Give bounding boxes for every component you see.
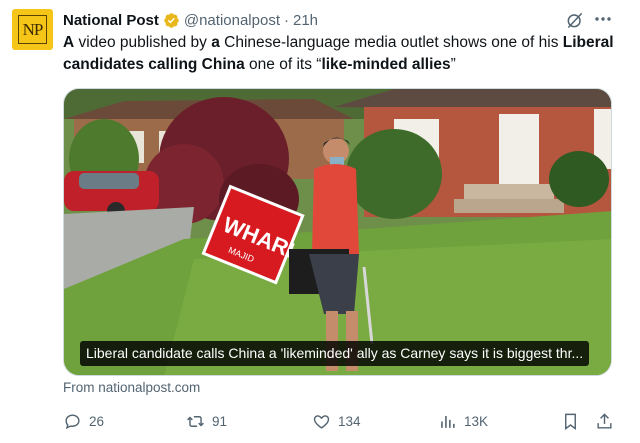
verified-icon[interactable] bbox=[163, 12, 180, 29]
grok-icon[interactable] bbox=[565, 10, 585, 30]
tweet-text-bold: like-minded allies bbox=[321, 56, 451, 73]
link-source[interactable]: From nationalpost.com bbox=[63, 380, 200, 395]
like-count: 134 bbox=[338, 413, 361, 429]
avatar-logo: NP bbox=[18, 15, 47, 44]
share-icon bbox=[597, 412, 612, 429]
retweet-icon bbox=[187, 415, 204, 427]
retweet-button[interactable]: 91 bbox=[186, 409, 227, 433]
views-count: 13K bbox=[464, 413, 489, 429]
tweet-text-run: video published by bbox=[74, 34, 212, 51]
video-caption: Liberal candidate calls China a 'likemin… bbox=[80, 341, 590, 366]
video-thumbnail: WHARI MAJID bbox=[64, 89, 611, 375]
avatar[interactable]: NP bbox=[12, 9, 53, 50]
tweet-text-run: Chinese-language media outlet shows one … bbox=[219, 34, 563, 51]
like-button[interactable]: 134 bbox=[312, 409, 361, 433]
bookmark-button[interactable] bbox=[561, 409, 580, 433]
tweet-header: National Post @nationalpost · 21h bbox=[63, 10, 318, 30]
tweet-text-bold: A bbox=[63, 34, 75, 51]
tweet-card[interactable]: NP National Post @nationalpost · 21h A v… bbox=[0, 0, 640, 443]
reply-count: 26 bbox=[89, 413, 105, 429]
tweet-text-bold: a bbox=[211, 34, 220, 51]
action-bar: 26 91 134 13K bbox=[63, 409, 623, 433]
reply-icon bbox=[65, 413, 80, 429]
tweet-text-run: one of its “ bbox=[244, 56, 322, 73]
timestamp[interactable]: 21h bbox=[293, 12, 318, 29]
views-icon bbox=[441, 415, 455, 428]
share-button[interactable] bbox=[595, 409, 614, 433]
tweet-text-run: ” bbox=[450, 56, 456, 73]
separator-dot: · bbox=[283, 11, 289, 29]
retweet-count: 91 bbox=[212, 413, 228, 429]
like-icon bbox=[313, 414, 330, 429]
author-handle[interactable]: @nationalpost bbox=[184, 12, 280, 29]
reply-button[interactable]: 26 bbox=[63, 409, 104, 433]
media-video[interactable]: WHARI MAJID Liberal candidate calls Chin… bbox=[63, 88, 612, 376]
author-name[interactable]: National Post bbox=[63, 12, 159, 29]
bookmark-icon bbox=[565, 413, 576, 430]
views-button[interactable]: 13K bbox=[438, 409, 488, 433]
more-icon[interactable] bbox=[595, 16, 611, 22]
tweet-text: A video published by a Chinese-language … bbox=[63, 32, 623, 76]
